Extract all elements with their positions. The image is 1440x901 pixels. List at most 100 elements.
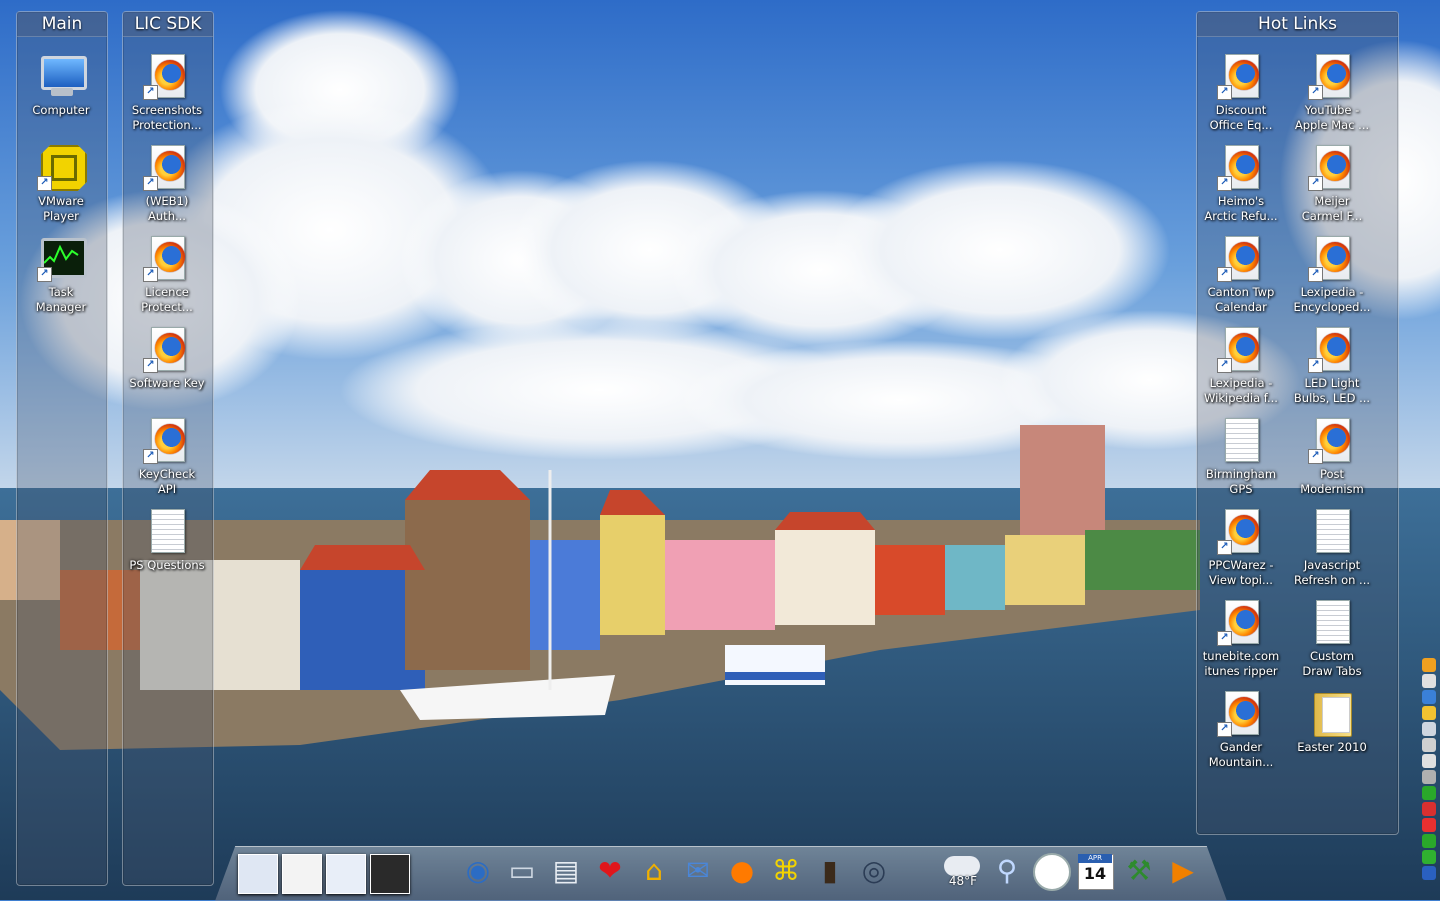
desktop-icon-custom-draw-tabs[interactable]: Custom Draw Tabs [1287,598,1377,679]
window-thumbnail[interactable] [370,854,410,894]
start-orb-icon[interactable]: ◉ [457,850,499,892]
shortcut-arrow-icon: ↗ [37,176,52,191]
desktop-icon-label: Screenshots Protection... [131,103,203,132]
firefox-shortcut-icon: ↗ [1308,325,1356,373]
firefox-shortcut-icon: ↗ [1217,234,1265,282]
tray-icon[interactable] [1422,770,1436,784]
text-document-icon [1217,416,1265,464]
desktop-icon-birmingham-gps[interactable]: Birmingham GPS [1196,416,1286,497]
desktop-icon-label: YouTube - Apple Mac ... [1294,103,1370,132]
system-tray [1422,658,1438,882]
desktop-icon-task-manager[interactable]: ↗ Task Manager [16,234,106,315]
calendar-icon[interactable]: APR 14 [1074,850,1116,892]
fence-title-main: Main [17,12,107,37]
desktop-icon-software-key[interactable]: ↗ Software Key [122,325,212,391]
firefox-shortcut-icon: ↗ [143,416,191,464]
tray-icon[interactable] [1422,690,1436,704]
desktop-icon-label: Birmingham GPS [1205,467,1277,496]
tray-icon[interactable] [1422,674,1436,688]
tray-icon[interactable] [1422,802,1436,816]
desktop-icon-post-modernism[interactable]: ↗ Post Modernism [1287,416,1377,497]
volume-icon[interactable] [1422,722,1436,736]
desktop-icon-label: Lexipedia - Encycloped... [1293,285,1371,314]
weather-widget[interactable]: 48°F [940,850,986,892]
photo-viewer-icon[interactable]: ◎ [853,850,895,892]
shortcut-arrow-icon: ↗ [37,267,52,282]
window-thumbnail[interactable] [326,854,366,894]
desktop-icon-label: Heimo's Arctic Refu... [1204,194,1278,223]
laptop-icon[interactable]: ▭ [501,850,543,892]
tray-icon[interactable] [1422,754,1436,768]
lock-home-icon[interactable]: ⌂ [633,850,675,892]
book-icon[interactable]: ▮ [809,850,851,892]
desktop-icon-easter-2010[interactable]: Easter 2010 [1287,689,1377,755]
desktop-icon-discount-office[interactable]: ↗ Discount Office Eq... [1196,52,1286,133]
checkmark-icon[interactable] [1422,786,1436,800]
firefox-shortcut-icon: ↗ [1217,507,1265,555]
desktop-icon-lexipedia-wikipedia[interactable]: ↗ Lexipedia - Wikipedia f... [1196,325,1286,406]
desktop-icon-label: KeyCheck API [138,467,196,496]
calendar-day: 14 [1083,864,1107,883]
desktop-icon-ppcwarez[interactable]: ↗ PPCWarez - View topi... [1196,507,1286,588]
window-thumbnail[interactable] [282,854,322,894]
bluetooth-icon[interactable] [1422,866,1436,880]
desktop-icon-youtube-apple-mac[interactable]: ↗ YouTube - Apple Mac ... [1287,52,1377,133]
desktop-icon-label: Post Modernism [1300,467,1364,496]
firefox-shortcut-icon: ↗ [1217,689,1265,737]
cloud-icon [944,856,980,876]
mail-icon[interactable]: ✉ [677,850,719,892]
tray-icon[interactable] [1422,850,1436,864]
vmware-icon: ↗ [37,143,87,191]
task-manager-icon: ↗ [37,234,87,282]
firefox-shortcut-icon: ↗ [1217,598,1265,646]
desktop-icon-label: Task Manager [35,285,87,314]
tray-icon[interactable] [1422,738,1436,752]
window-thumbnail[interactable] [238,854,278,894]
desktop-icon-led-light-bulbs[interactable]: ↗ LED Light Bulbs, LED ... [1287,325,1377,406]
firefox-icon[interactable]: ● [721,850,763,892]
desktop-icon-heimos-arctic[interactable]: ↗ Heimo's Arctic Refu... [1196,143,1286,224]
desktop-icon-keycheck-api[interactable]: ↗ KeyCheck API [122,416,212,497]
document-icon [1308,598,1356,646]
desktop-icon-web1-auth[interactable]: ↗ (WEB1) Auth... [122,143,212,224]
desktop-icon-licence-protect[interactable]: ↗ Licence Protect... [122,234,212,315]
firefox-shortcut-icon: ↗ [1308,52,1356,100]
desktop-icon-ps-questions[interactable]: PS Questions [122,507,212,573]
magnifier-icon[interactable]: ⚲ [986,850,1028,892]
firefox-shortcut-icon: ↗ [1308,416,1356,464]
tray-icon[interactable] [1422,706,1436,720]
desktop-icon-label: (WEB1) Auth... [145,194,189,223]
firefox-shortcut-icon: ↗ [1217,143,1265,191]
desktop-icon-computer[interactable]: Computer [16,52,106,118]
fence-title-hot-links: Hot Links [1197,12,1398,37]
desktop-icon-javascript-refresh[interactable]: Javascript Refresh on ... [1287,507,1377,588]
firefox-shortcut-icon: ↗ [143,325,191,373]
desktop-icon-canton-twp[interactable]: ↗ Canton Twp Calendar [1196,234,1286,315]
tray-icon[interactable] [1422,818,1436,832]
desktop-icon-lexipedia-encyclopedia[interactable]: ↗ Lexipedia - Encycloped... [1287,234,1377,315]
desktop-icon-vmware-player[interactable]: ↗ VMware Player [16,143,106,224]
tray-icon[interactable] [1422,834,1436,848]
document-icon [143,507,191,555]
tray-icon[interactable] [1422,658,1436,672]
documents-icon[interactable]: ▤ [545,850,587,892]
desktop-icon-label: Javascript Refresh on ... [1293,558,1371,587]
desktop-icon-label: Software Key [129,376,205,390]
document-icon [1308,507,1356,555]
desktop-icon-meijer-carmel[interactable]: ↗ Meijer Carmel F... [1287,143,1377,224]
media-player-icon[interactable]: ▶ [1162,850,1204,892]
desktop-icon-label: Lexipedia - Wikipedia f... [1204,376,1278,405]
desktop-icon-label: Easter 2010 [1297,740,1367,754]
clock-icon[interactable] [1030,850,1072,892]
desktop-icon-label: tunebite.com itunes ripper [1202,649,1280,678]
desktop-icon-screenshots-protection[interactable]: ↗ Screenshots Protection... [122,52,212,133]
firefox-shortcut-icon: ↗ [143,52,191,100]
vmware-icon[interactable]: ⌘ [765,850,807,892]
firefox-shortcut-icon: ↗ [1217,52,1265,100]
desktop-icon-gander-mountain[interactable]: ↗ Gander Mountain... [1196,689,1286,770]
desktop-icon-tunebite[interactable]: ↗ tunebite.com itunes ripper [1196,598,1286,679]
heart-icon[interactable]: ❤ [589,850,631,892]
calendar-month: APR [1078,854,1112,863]
desktop-icon-label: Canton Twp Calendar [1207,285,1275,314]
hammer-icon[interactable]: ⚒ [1118,850,1160,892]
